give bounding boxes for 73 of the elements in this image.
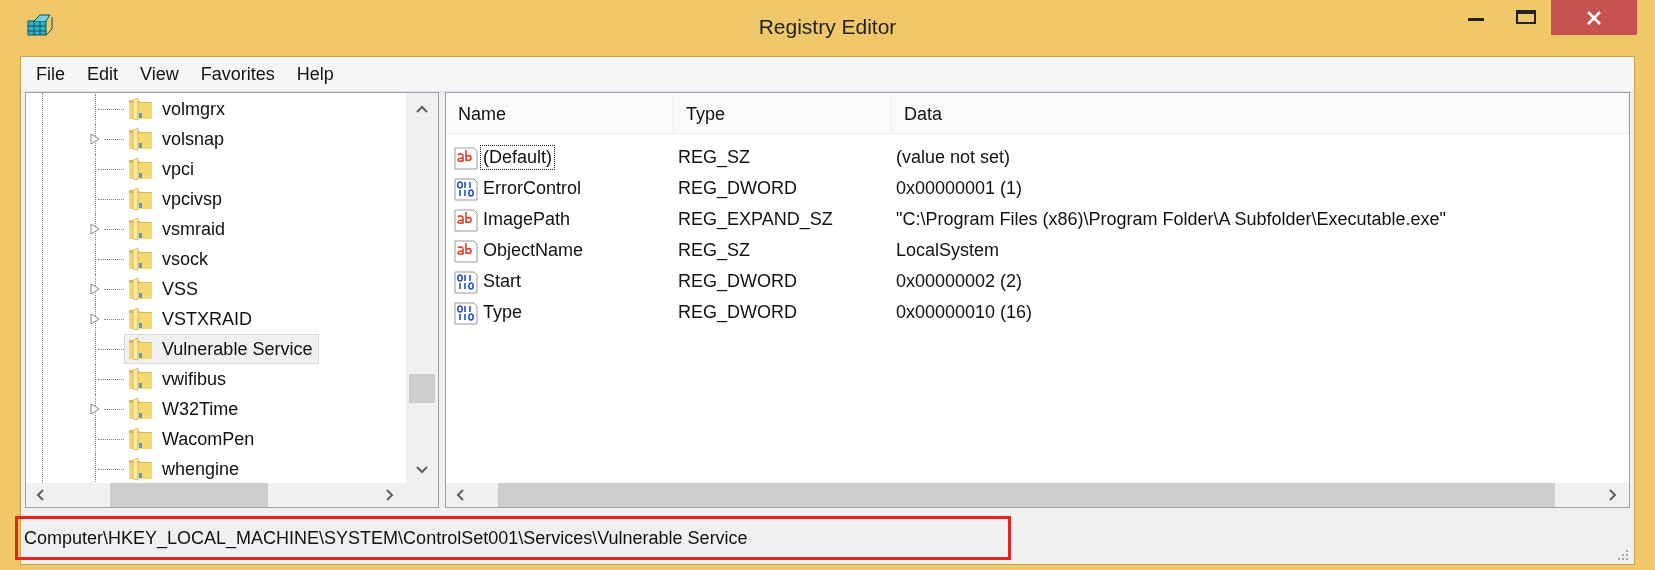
tree-item[interactable]: vwifibus <box>124 364 234 394</box>
tree-item[interactable]: whengine <box>124 454 247 483</box>
value-name[interactable]: Start <box>480 269 524 294</box>
value-type: REG_EXPAND_SZ <box>677 209 834 230</box>
scrollbar-thumb[interactable] <box>110 483 268 507</box>
folder-icon <box>128 336 154 362</box>
tree-item[interactable]: vpcivsp <box>124 184 230 214</box>
value-data: 0x00000002 (2) <box>895 271 1024 292</box>
folder-icon <box>128 246 154 272</box>
tree-item[interactable]: WacomPen <box>124 424 262 454</box>
expand-arrow-icon[interactable] <box>90 313 100 325</box>
expand-arrow-icon[interactable] <box>90 133 100 145</box>
binary-value-icon <box>454 269 478 294</box>
menu-item[interactable]: View <box>131 59 188 89</box>
tree-item[interactable]: Vulnerable Service <box>124 334 320 364</box>
scrollbar-thumb[interactable] <box>409 374 435 403</box>
value-type: REG_DWORD <box>677 178 798 199</box>
close-button[interactable] <box>1551 0 1637 35</box>
folder-icon <box>128 156 154 182</box>
column-header[interactable]: Type <box>674 95 892 133</box>
folder-icon <box>128 216 154 242</box>
text-value-icon <box>454 145 478 170</box>
tree-item[interactable]: volmgrx <box>124 94 232 124</box>
value-name[interactable]: ImagePath <box>480 207 574 232</box>
value-name[interactable]: ObjectName <box>480 238 587 263</box>
column-header[interactable]: Data <box>892 95 1629 133</box>
menu-item[interactable]: Help <box>287 59 343 89</box>
folder-icon <box>128 426 154 452</box>
folder-icon <box>128 306 154 332</box>
tree-item[interactable]: vsmraid <box>124 214 232 244</box>
folder-icon <box>128 96 154 122</box>
expand-arrow-icon[interactable] <box>90 283 100 295</box>
tree-item[interactable]: volsnap <box>124 124 232 154</box>
registry-cubes-icon <box>24 11 54 39</box>
value-data: (value not set) <box>895 147 1012 168</box>
folder-icon <box>128 276 154 302</box>
value-name[interactable]: Type <box>480 300 526 325</box>
value-type: REG_SZ <box>677 240 752 261</box>
maximize-icon <box>1516 10 1536 24</box>
close-icon <box>1586 9 1602 26</box>
value-type: REG_SZ <box>677 147 752 168</box>
folder-icon <box>128 186 154 212</box>
column-header[interactable]: Name <box>446 95 674 133</box>
value-data: 0x00000001 (1) <box>895 178 1024 199</box>
value-name[interactable]: ErrorControl <box>480 176 585 201</box>
menu-item[interactable]: Edit <box>78 59 128 89</box>
folder-icon <box>128 126 154 152</box>
tree-item[interactable]: vpci <box>124 154 201 184</box>
scrollbar-thumb[interactable] <box>498 483 1555 507</box>
menu-item[interactable]: Favorites <box>191 59 284 89</box>
tree-item[interactable]: W32Time <box>124 394 246 424</box>
status-path: Computer\HKEY_LOCAL_MACHINE\SYSTEM\ControlSet001\Services\Vulnerable Service <box>24 527 748 549</box>
window-title: Registry Editor <box>758 15 897 38</box>
value-type: REG_DWORD <box>677 302 798 323</box>
tree-item[interactable]: VSTXRAID <box>124 304 260 334</box>
value-data: LocalSystem <box>895 240 1001 261</box>
text-value-icon <box>454 207 478 232</box>
resize-grip-icon <box>1616 548 1628 560</box>
value-data: 0x00000010 (16) <box>895 302 1034 323</box>
expand-arrow-icon[interactable] <box>90 403 100 415</box>
value-type: REG_DWORD <box>677 271 798 292</box>
expand-arrow-icon[interactable] <box>90 223 100 235</box>
folder-icon <box>128 366 154 392</box>
folder-icon <box>128 456 154 482</box>
tree-item[interactable]: vsock <box>124 244 215 274</box>
folder-icon <box>128 396 154 422</box>
text-value-icon <box>454 238 478 263</box>
menu-item[interactable]: File <box>27 59 74 89</box>
value-data: "C:\Program Files (x86)\Program Folder\A Subfolder\Executable.exe" <box>895 209 1447 230</box>
binary-value-icon <box>454 300 478 325</box>
binary-value-icon <box>454 176 478 201</box>
tree-item[interactable]: VSS <box>124 274 206 304</box>
value-name[interactable]: (Default) <box>480 145 556 170</box>
